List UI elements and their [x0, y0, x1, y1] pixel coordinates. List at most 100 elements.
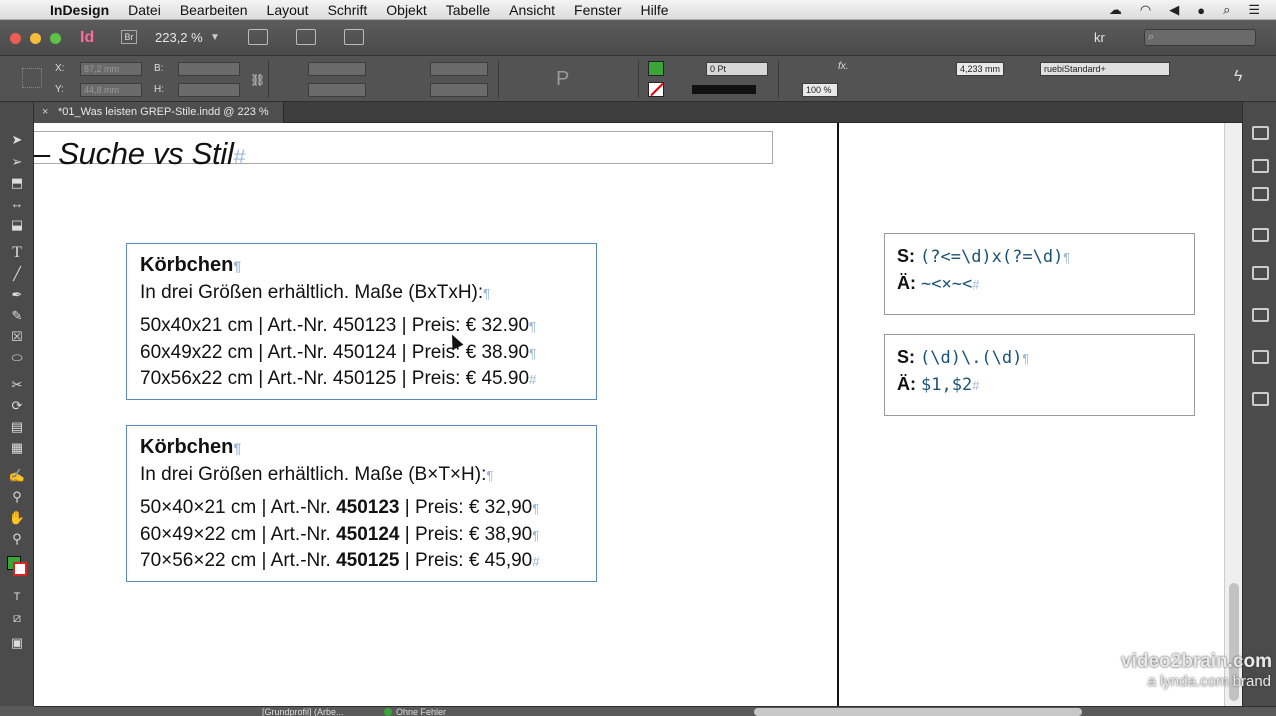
article-number: 450123 [336, 497, 400, 518]
horizontal-scroll-thumb[interactable] [754, 708, 1082, 716]
size-field[interactable]: 4,233 mm [956, 62, 1004, 76]
headline-text-frame[interactable]: – Suche vs Stil# [34, 131, 773, 171]
preflight-errors[interactable]: Ohne Fehler [396, 707, 446, 716]
stroke-type-preview[interactable] [692, 85, 756, 94]
scale-x-field[interactable] [308, 62, 366, 76]
content-collector-icon[interactable]: ⬓ [7, 217, 27, 233]
rotate-field[interactable] [430, 62, 488, 76]
close-window-button[interactable] [10, 33, 21, 44]
rectangle-frame-tool-icon[interactable]: ☒ [7, 329, 27, 345]
links-panel-icon[interactable] [1252, 187, 1269, 201]
quick-apply-icon[interactable]: ϟ [1234, 68, 1242, 86]
object-style-dropdown[interactable]: ruebiStandard+ [1040, 62, 1170, 76]
menu-bearbeiten[interactable]: Bearbeiten [180, 2, 248, 18]
minimize-window-button[interactable] [30, 33, 41, 44]
note-tool-icon[interactable]: ✍ [7, 468, 27, 484]
stroke-weight-field[interactable]: 0 Pt [706, 62, 768, 76]
hand-tool-icon[interactable]: ✋ [7, 510, 27, 526]
opacity-field[interactable]: 100 % [802, 83, 838, 97]
stroke-swatch-toolbar[interactable] [13, 562, 27, 576]
formatting-affects-text-icon[interactable]: T [7, 589, 27, 605]
menu-tabelle[interactable]: Tabelle [446, 2, 490, 18]
effects-icon[interactable]: fx. [838, 61, 849, 72]
menu-app-name[interactable]: InDesign [50, 2, 109, 18]
table-panel-icon[interactable] [1252, 228, 1269, 242]
view-options-icon[interactable] [248, 29, 268, 45]
x-position-field[interactable]: 87,2 mm [80, 62, 142, 76]
fill-swatch[interactable] [648, 61, 664, 76]
menu-hilfe[interactable]: Hilfe [641, 2, 669, 18]
product-row-text: 70x56x22 cm | Art.-Nr. 450125 | Preis: €… [140, 368, 530, 389]
bridge-button[interactable]: Br [121, 30, 137, 44]
zoom-tool-icon[interactable]: ⚲ [7, 531, 27, 547]
product-box-styled[interactable]: Körbchen¶ In drei Größen erhältlich. Maß… [126, 425, 597, 582]
type-tool-icon[interactable]: T [7, 245, 27, 261]
screen-mode-icon[interactable] [296, 29, 316, 45]
ellipse-tool-icon[interactable]: ⬭ [7, 350, 27, 366]
scale-y-field[interactable] [308, 83, 366, 97]
spotlight-icon[interactable]: ⌕ [1223, 2, 1230, 18]
end-of-story-mark: # [233, 144, 246, 169]
apply-none-icon[interactable]: ⧄ [7, 610, 27, 626]
character-styles-panel-icon[interactable] [1252, 308, 1269, 322]
menu-fenster[interactable]: Fenster [574, 2, 621, 18]
page-tool-icon[interactable]: ⬒ [7, 175, 27, 191]
menu-objekt[interactable]: Objekt [386, 2, 426, 18]
stroke-swatch[interactable] [648, 82, 664, 97]
pilcrow: ¶ [532, 528, 540, 543]
pen-tool-icon[interactable]: ✒ [7, 287, 27, 303]
menu-datei[interactable]: Datei [128, 2, 161, 18]
text-frame-icon[interactable]: P [556, 68, 569, 91]
scissors-tool-icon[interactable]: ✂ [7, 377, 27, 393]
pencil-tool-icon[interactable]: ✎ [7, 308, 27, 324]
document-canvas[interactable]: – Suche vs Stil# Körbchen¶ In drei Größe… [34, 123, 1224, 706]
scripts-panel-icon[interactable] [1252, 392, 1269, 406]
gradient-feather-tool-icon[interactable]: ▦ [7, 440, 27, 456]
search-input[interactable]: ⌕ [1144, 29, 1256, 46]
pages-panel-icon[interactable] [1252, 126, 1269, 140]
line-tool-icon[interactable]: ╱ [7, 266, 27, 282]
zoom-dropdown-icon[interactable]: ▼ [210, 32, 220, 43]
zoom-level[interactable]: 223,2 % [155, 30, 203, 45]
y-position-field[interactable]: 44,8 mm [80, 83, 142, 97]
user-icon[interactable]: ● [1197, 3, 1205, 18]
arrange-documents-icon[interactable] [344, 29, 364, 45]
height-field[interactable] [178, 83, 240, 97]
product-row: 70×56×22 cm | Art.-Nr. 450125 | Preis: €… [140, 550, 540, 572]
regex-box-times[interactable]: S: (?<=\d)x(?=\d)¶ Ä: ~<×~<# [884, 233, 1195, 315]
wifi-icon[interactable]: ◠ [1140, 2, 1151, 18]
regex-box-decimal[interactable]: S: (\d)\.(\d)¶ Ä: $1,$2# [884, 334, 1195, 416]
paragraph-styles-panel-icon[interactable] [1252, 266, 1269, 280]
product-box-original[interactable]: Körbchen¶ In drei Größen erhältlich. Maß… [126, 243, 597, 400]
constrain-proportions-icon[interactable]: ⛓ [250, 73, 265, 87]
screen-mode-tool-icon[interactable]: ▣ [7, 635, 27, 651]
eyedropper-tool-icon[interactable]: ⚲ [7, 489, 27, 505]
document-tab-bar: × *01_Was leisten GREP-Stile.indd @ 223 … [34, 102, 1242, 123]
notification-center-icon[interactable]: ☰ [1248, 2, 1260, 18]
gap-tool-icon[interactable]: ↔ [7, 196, 27, 212]
gradient-tool-icon[interactable]: ▤ [7, 419, 27, 435]
watermark-line1: video2brain.com [1121, 651, 1272, 672]
volume-icon[interactable]: ◀ [1169, 2, 1179, 18]
change-label: Ä: [897, 374, 916, 394]
free-transform-tool-icon[interactable]: ⟳ [7, 398, 27, 414]
selection-tool-icon[interactable]: ➤ [7, 132, 27, 148]
creative-cloud-icon[interactable]: ☁ [1109, 2, 1122, 18]
direct-selection-tool-icon[interactable]: ➢ [7, 154, 27, 170]
pilcrow: ¶ [532, 501, 540, 516]
close-tab-icon[interactable]: × [42, 102, 48, 123]
preflight-profile[interactable]: [Grundprofil] (Arbe... [262, 707, 344, 716]
workspace-switcher[interactable]: kr [1094, 30, 1105, 45]
glyphs-panel-icon[interactable] [1252, 350, 1269, 364]
width-field[interactable] [178, 62, 240, 76]
document-tab[interactable]: × *01_Was leisten GREP-Stile.indd @ 223 … [34, 102, 284, 123]
vertical-scrollbar[interactable] [1224, 123, 1242, 706]
menu-schrift[interactable]: Schrift [328, 2, 368, 18]
pilcrow: ¶ [529, 346, 537, 361]
reference-point-icon[interactable] [22, 68, 42, 88]
layers-panel-icon[interactable] [1252, 159, 1269, 173]
zoom-window-button[interactable] [50, 33, 61, 44]
menu-layout[interactable]: Layout [267, 2, 309, 18]
menu-ansicht[interactable]: Ansicht [509, 2, 555, 18]
shear-field[interactable] [430, 83, 488, 97]
